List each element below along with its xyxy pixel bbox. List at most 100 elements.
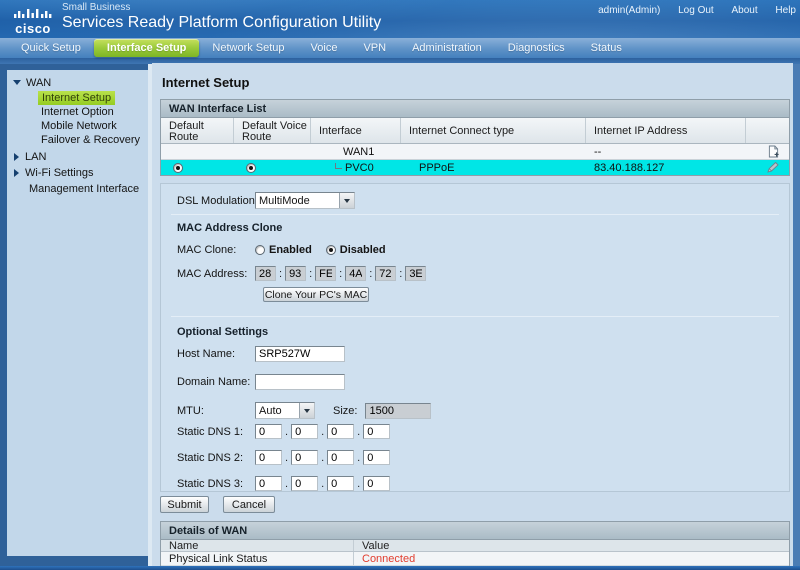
domain-name-input[interactable] [255,374,345,390]
table-row-wan1[interactable]: WAN1 -- [161,144,789,159]
tab-network-setup[interactable]: Network Setup [199,42,297,54]
cell-ip-address: 83.40.188.127 [586,160,746,175]
mac-clone-row: MAC Clone: Enabled Disabled [177,244,400,256]
mtu-size-input[interactable] [365,403,431,419]
mtu-select[interactable]: Auto [255,402,315,419]
logout-link[interactable]: Log Out [678,5,714,16]
sidebar-item-label: Management Interface [29,183,139,195]
mac-clone-label: MAC Clone: [177,244,255,256]
app-title: Services Ready Platform Configuration Ut… [62,14,381,32]
mtu-label: MTU: [177,405,255,417]
help-link[interactable]: Help [775,5,796,16]
detail-value: Connected [353,552,789,565]
mac-octet-input-2[interactable] [315,266,336,281]
tab-quick-setup[interactable]: Quick Setup [8,42,94,54]
static-dns-1-octet-2[interactable] [327,424,354,439]
static-dns-3-octet-3[interactable] [363,476,390,491]
mac-address-clone-heading: MAC Address Clone [177,222,282,234]
static-dns-1-octet-1[interactable] [291,424,318,439]
tab-status[interactable]: Status [578,42,635,54]
static-dns-2-label: Static DNS 2: [177,452,255,464]
static-dns-2-octet-0[interactable] [255,450,282,465]
tab-interface-setup[interactable]: Interface Setup [94,39,199,57]
sidebar-item-mobile-network[interactable]: Mobile Network [41,120,148,133]
static-dns-3-octet-1[interactable] [291,476,318,491]
section-divider [171,316,779,317]
static-dns-1-row: Static DNS 1: . . . [177,424,390,439]
bottom-frame [0,566,800,570]
mac-octet-input-1[interactable] [285,266,306,281]
dsl-modulation-select[interactable]: MultiMode [255,192,355,209]
dot-separator: . [285,426,288,438]
sidebar-item-wan[interactable]: WAN [7,76,148,89]
mac-octet-input-3[interactable] [345,266,366,281]
sidebar-item-internet-option[interactable]: Internet Option [41,106,148,119]
wan-list-title: WAN Interface List [161,100,789,118]
add-interface-button[interactable] [768,145,779,158]
detail-row-physical-link-status: Physical Link Status Connected [161,552,789,565]
dot-separator: . [321,426,324,438]
mac-clone-disabled-label: Disabled [340,244,386,256]
section-divider [171,214,779,215]
host-name-row: Host Name: [177,346,345,362]
radio-default-voice-route[interactable] [246,163,256,173]
mac-octet-input-4[interactable] [375,266,396,281]
host-name-input[interactable] [255,346,345,362]
mac-address-row: MAC Address: : : : : : [177,266,426,281]
static-dns-1-octet-3[interactable] [363,424,390,439]
static-dns-3-octet-2[interactable] [327,476,354,491]
static-dns-3-octet-0[interactable] [255,476,282,491]
mac-clone-radio-enabled[interactable] [255,245,265,255]
sidebar-item-label: Wi-Fi Settings [25,167,93,179]
mac-clone-enabled-label: Enabled [269,244,312,256]
dot-separator: . [321,478,324,490]
cell-interface: PVC0 [311,160,401,175]
radio-default-route[interactable] [173,163,183,173]
mac-octet-input-5[interactable] [405,266,426,281]
dot-separator: . [357,452,360,464]
submit-button[interactable]: Submit [160,496,209,513]
brand-text: cisco [10,23,56,35]
sidebar-item-label: LAN [25,151,46,163]
table-row-pvc0[interactable]: PVC0 PPPoE 83.40.188.127 [161,159,789,175]
edit-interface-button[interactable] [767,162,779,173]
col-name: Name [161,540,353,552]
sidebar-item-failover-recovery[interactable]: Failover & Recovery [41,134,148,147]
tab-diagnostics[interactable]: Diagnostics [495,42,578,54]
chevron-down-icon[interactable] [13,80,21,85]
title-block: Small Business Services Ready Platform C… [62,2,381,32]
static-dns-2-octet-2[interactable] [327,450,354,465]
col-interface: Interface [311,118,401,143]
dot-separator: . [321,452,324,464]
about-link[interactable]: About [732,5,758,16]
sidebar-item-management-interface[interactable]: Management Interface [7,182,148,195]
sidebar-item-internet-setup[interactable]: Internet Setup [38,91,115,105]
detail-name: Physical Link Status [161,553,353,565]
col-default-route: Default Route [161,118,234,143]
col-internet-connect-type: Internet Connect type [401,118,586,143]
details-title: Details of WAN [161,522,789,540]
tree-branch-icon [335,163,342,169]
interface-label: PVC0 [345,162,374,174]
add-document-icon [768,145,779,158]
colon-separator: : [309,268,312,280]
sidebar-item-label: WAN [26,77,51,89]
chevron-right-icon[interactable] [14,169,19,177]
mac-octet-input-0[interactable] [255,266,276,281]
mac-clone-radio-disabled[interactable] [326,245,336,255]
static-dns-2-octet-3[interactable] [363,450,390,465]
dot-separator: . [285,478,288,490]
dsl-modulation-row: DSL Modulation: MultiMode [177,192,355,209]
clone-pc-mac-button[interactable]: Clone Your PC's MAC [263,287,369,302]
static-dns-2-octet-1[interactable] [291,450,318,465]
chevron-right-icon[interactable] [14,153,19,161]
static-dns-1-octet-0[interactable] [255,424,282,439]
cancel-button[interactable]: Cancel [223,496,275,513]
sidebar-item-wifi-settings[interactable]: Wi-Fi Settings [7,166,148,179]
sidebar-item-lan[interactable]: LAN [7,150,148,163]
nav-tabs: Quick Setup Interface Setup Network Setu… [0,38,800,58]
chevron-down-icon [299,403,314,418]
tab-voice[interactable]: Voice [298,42,351,54]
tab-administration[interactable]: Administration [399,42,495,54]
tab-vpn[interactable]: VPN [350,42,399,54]
